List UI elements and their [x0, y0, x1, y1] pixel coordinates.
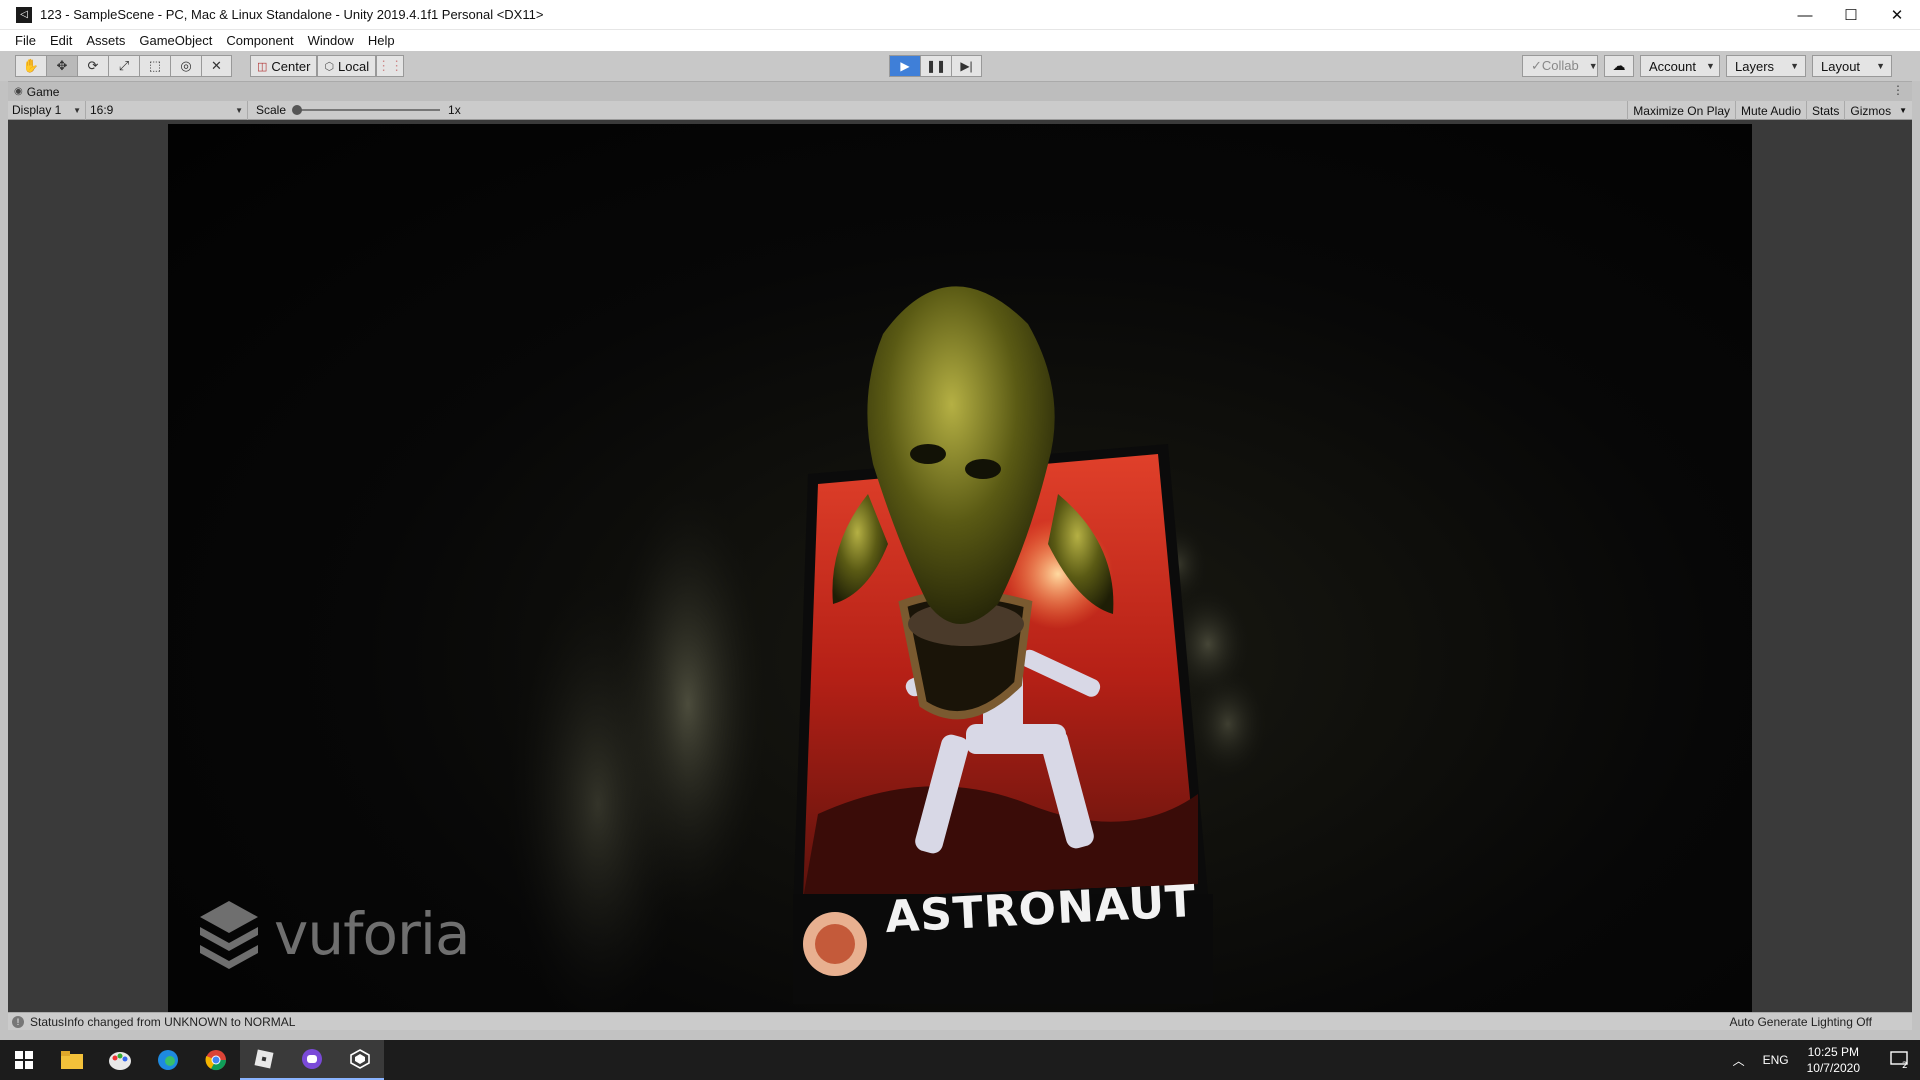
edge-browser-icon[interactable]	[144, 1040, 192, 1080]
status-bar: ! StatusInfo changed from UNKNOWN to NOR…	[8, 1012, 1912, 1030]
layers-dropdown[interactable]: Layers ▼	[1726, 55, 1806, 77]
step-button[interactable]: ▶|	[951, 55, 982, 77]
menu-file[interactable]: File	[8, 33, 43, 48]
game-view-controls: Display 1 ▼ 16:9 ▼ Scale 1x Maximize On Pl…	[8, 100, 1912, 120]
roblox-app-icon[interactable]	[240, 1040, 288, 1080]
pause-button[interactable]: ❚❚	[920, 55, 951, 77]
rect-tool-icon[interactable]: ⬚	[139, 55, 170, 77]
tab-game[interactable]: ◉ Game	[8, 85, 65, 99]
scale-control: Scale 1x	[248, 103, 461, 117]
scale-slider[interactable]	[292, 105, 441, 115]
file-explorer-icon[interactable]	[48, 1040, 96, 1080]
display-dropdown[interactable]: Display 1 ▼	[8, 100, 86, 120]
card-badge-inner	[815, 924, 855, 964]
stats-toggle[interactable]: Stats	[1806, 101, 1844, 120]
clock-date: 10/7/2020	[1806, 1061, 1860, 1075]
paint-app-icon[interactable]	[96, 1040, 144, 1080]
custom-tool-icon[interactable]: ✕	[201, 55, 232, 77]
close-button[interactable]: ✕	[1874, 0, 1920, 30]
info-icon: !	[12, 1015, 24, 1028]
scale-value: 1x	[448, 103, 461, 117]
transform-tools: ✋ ✥ ⟳ ⤢ ⬚ ◎ ✕	[15, 55, 232, 77]
pivot-local-button[interactable]: ⬡ Local	[317, 55, 377, 77]
scale-label: Scale	[256, 103, 287, 117]
check-icon: ✓	[1531, 58, 1542, 73]
aspect-dropdown[interactable]: 16:9 ▼	[86, 100, 248, 120]
chevron-down-icon: ▼	[1588, 61, 1598, 71]
lighting-status: Auto Generate Lighting Off	[1729, 1015, 1872, 1029]
collab-label: ✓Collab	[1531, 58, 1579, 73]
mute-audio-toggle[interactable]: Mute Audio	[1735, 101, 1806, 120]
finger-right-2	[1188, 669, 1268, 779]
gizmos-dropdown[interactable]: Gizmos ▼	[1844, 101, 1912, 120]
status-message[interactable]: StatusInfo changed from UNKNOWN to NORMA…	[30, 1015, 295, 1029]
clock[interactable]: 10:25 PM 10/7/2020	[1807, 1044, 1860, 1076]
layout-dropdown[interactable]: Layout ▼	[1812, 55, 1892, 77]
move-tool-icon[interactable]: ✥	[46, 55, 77, 77]
clock-time: 10:25 PM	[1807, 1045, 1859, 1059]
cactus-eye-right	[965, 459, 1001, 479]
game-view-toggles: Maximize On Play Mute Audio Stats Gizmos…	[1627, 101, 1912, 120]
ar-camera-feed: vuforia ASTRONAUT	[168, 124, 1752, 1012]
menu-component[interactable]: Component	[219, 33, 300, 48]
play-button[interactable]: ▶	[889, 55, 920, 77]
chevron-down-icon: ▼	[235, 105, 243, 115]
chrome-browser-icon[interactable]	[192, 1040, 240, 1080]
show-hidden-icons-icon[interactable]: ︿	[1733, 1052, 1745, 1069]
transform-tool-icon[interactable]: ◎	[170, 55, 201, 77]
notification-icon[interactable]: 2	[1880, 1051, 1920, 1069]
menu-assets[interactable]: Assets	[79, 33, 132, 48]
maximize-button[interactable]: ☐	[1828, 0, 1874, 30]
account-controls: ✓Collab ▼ ☁ Account ▼ Layers ▼ Layout ▼	[1516, 55, 1892, 77]
discord-app-icon[interactable]	[288, 1040, 336, 1080]
chevron-down-icon: ▼	[1876, 61, 1885, 71]
vuforia-logo-icon	[200, 901, 258, 969]
pivot-icon: ◫	[257, 60, 268, 73]
vuforia-logo-text: vuforia	[274, 900, 470, 968]
play-controls: ▶ ❚❚ ▶|	[889, 55, 982, 77]
menu-gameobject[interactable]: GameObject	[132, 33, 219, 48]
windows-taskbar: ︿ ENG 10:25 PM 10/7/2020 2	[0, 1040, 1920, 1080]
main-toolbar: ✋ ✥ ⟳ ⤢ ⬚ ◎ ✕ ◫ Center ⬡ Local ⋮⋮ ▶ ❚❚ ▶| …	[0, 51, 1920, 81]
chevron-down-icon: ▼	[73, 105, 81, 115]
cloud-button[interactable]: ☁	[1604, 55, 1634, 77]
window-title: 123 - SampleScene - PC, Mac & Linux Stan…	[40, 7, 544, 22]
chevron-down-icon: ▼	[1705, 61, 1715, 71]
menu-help[interactable]: Help	[361, 33, 402, 48]
pivot-controls: ◫ Center ⬡ Local ⋮⋮	[250, 55, 405, 77]
windows-start-icon[interactable]	[0, 1040, 48, 1080]
game-tab-bar: ◉ Game ⋮	[8, 81, 1912, 101]
rotate-tool-icon[interactable]: ⟳	[77, 55, 108, 77]
local-icon: ⬡	[324, 60, 335, 73]
gamepad-icon: ◉	[14, 86, 23, 97]
pivot-center-button[interactable]: ◫ Center	[250, 55, 318, 77]
unity-logo-icon: ◁	[16, 6, 32, 23]
ar-scene-illustration	[508, 286, 1268, 1012]
maximize-on-play-toggle[interactable]: Maximize On Play	[1627, 101, 1735, 120]
menu-bar: File Edit Assets GameObject Component Wi…	[0, 30, 1920, 51]
cactus-eye-left	[910, 444, 946, 464]
notification-count: 2	[1902, 1061, 1908, 1069]
language-indicator[interactable]: ENG	[1763, 1053, 1789, 1067]
vuforia-logo: vuforia	[198, 899, 470, 969]
collab-dropdown[interactable]: ✓Collab ▼	[1522, 55, 1598, 77]
system-tray: ︿ ENG 10:25 PM 10/7/2020 2	[1733, 1040, 1920, 1080]
tab-options-icon[interactable]: ⋮	[1892, 83, 1904, 97]
unity-app-icon[interactable]	[336, 1040, 384, 1080]
grid-snap-button[interactable]: ⋮⋮	[376, 55, 405, 77]
scale-slider-thumb[interactable]	[292, 105, 303, 115]
title-bar: ◁ 123 - SampleScene - PC, Mac & Linux St…	[0, 0, 1920, 30]
menu-window[interactable]: Window	[301, 33, 361, 48]
hand-tool-icon[interactable]: ✋	[15, 55, 46, 77]
chevron-down-icon: ▼	[1899, 106, 1907, 115]
cloud-icon: ☁	[1612, 58, 1626, 73]
account-dropdown[interactable]: Account ▼	[1640, 55, 1720, 77]
scale-tool-icon[interactable]: ⤢	[108, 55, 139, 77]
game-viewport[interactable]: vuforia ASTRONAUT	[8, 120, 1912, 1012]
chevron-down-icon: ▼	[1790, 61, 1799, 71]
minimize-button[interactable]: —	[1782, 0, 1828, 30]
menu-edit[interactable]: Edit	[43, 33, 79, 48]
window-controls: — ☐ ✕	[1782, 0, 1920, 30]
